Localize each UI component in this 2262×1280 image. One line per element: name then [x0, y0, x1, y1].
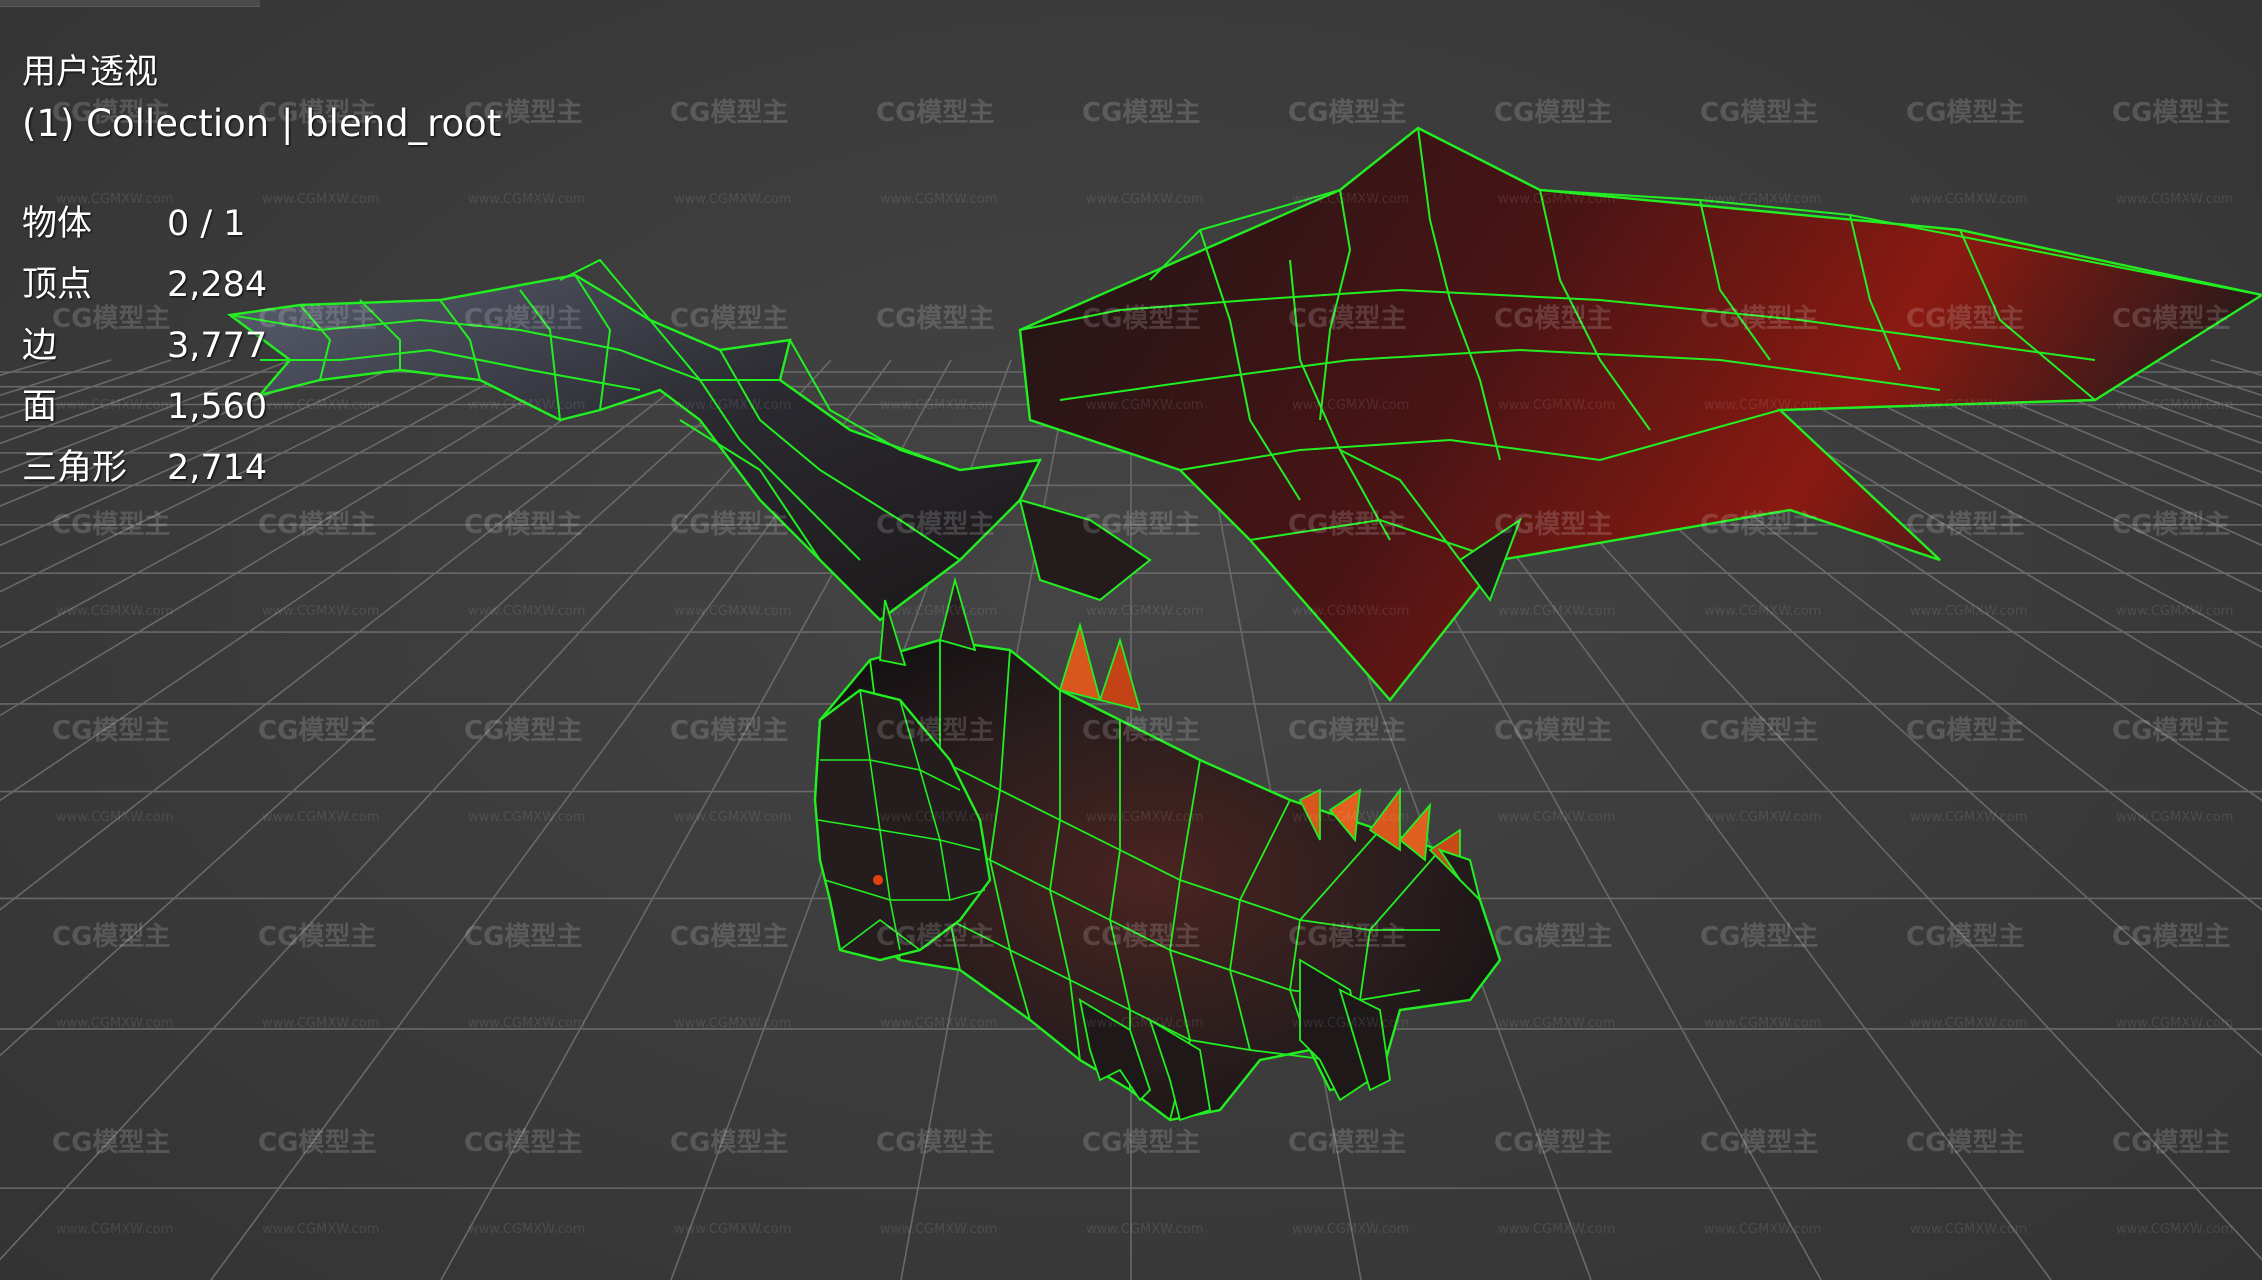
stat-value: 3,777 [167, 326, 268, 366]
3d-viewport[interactable]: CG模型主 www.CGMXW.com CG模型主 www.CGMXW.com CG模型… [0, 0, 2262, 1280]
stat-row-edges: 边 3,777 [22, 316, 501, 377]
collection-label: (1) Collection | blend_root [22, 102, 502, 145]
stat-label: 边 [22, 326, 58, 366]
stat-label: 物体 [22, 204, 93, 244]
stat-row-triangles: 三角形 2,714 [22, 438, 501, 499]
stat-value: 2,284 [167, 265, 268, 305]
stat-value: 0 / 1 [167, 204, 246, 244]
stat-row-objects: 物体 0 / 1 [22, 194, 501, 255]
stat-label: 三角形 [22, 448, 128, 488]
dragon-eye [873, 875, 883, 885]
stat-row-vertices: 顶点 2,284 [22, 255, 501, 316]
statistics-panel: 物体 0 / 1 顶点 2,284 边 3,777 面 1,560 三角形 2,… [22, 194, 501, 499]
stat-label: 面 [22, 387, 58, 427]
right-wing [1018, 126, 2262, 702]
view-name-label: 用户透视 [22, 52, 158, 92]
stat-value: 1,560 [167, 387, 268, 427]
stat-value: 2,714 [167, 448, 268, 488]
stat-row-faces: 面 1,560 [22, 377, 501, 438]
viewport-info-overlay: 用户透视 (1) Collection | blend_root 物体 0 / … [22, 48, 501, 499]
stat-label: 顶点 [22, 265, 93, 305]
